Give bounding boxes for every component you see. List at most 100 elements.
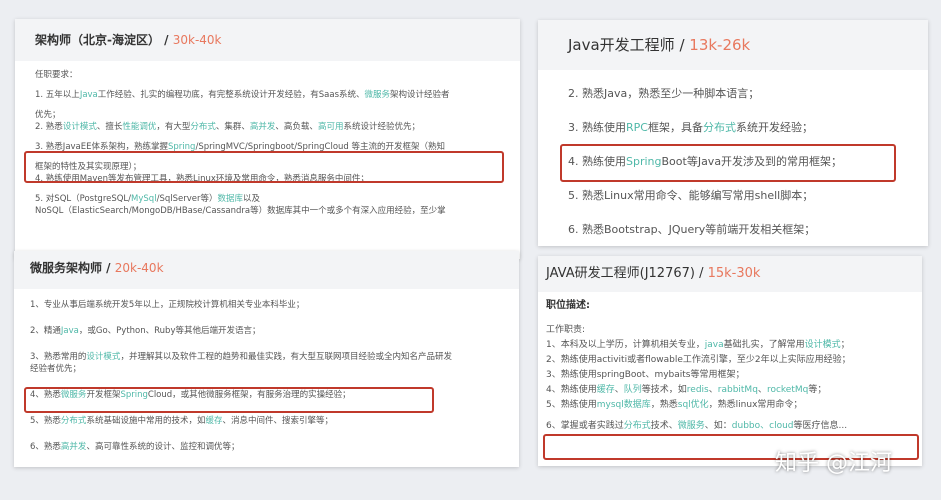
requirement-line: 5、熟悉分布式系统基础设施中常用的技术，如缓存、消息中间件、搜索引擎等； [30, 415, 503, 427]
text-segment: 优先； [35, 110, 61, 120]
highlight-box [560, 144, 896, 182]
requirement-line: 5、熟练使用mysql数据库，熟悉sql优化，熟悉linux常用命令； [546, 398, 914, 413]
keyword-highlight: 缓存 [205, 416, 223, 426]
text-segment: 、消息中间件、搜索引擎等； [222, 416, 333, 426]
requirement-line: 4、熟练使用缓存、队列等技术，如redis、rabbitMq、rocketMq等… [546, 383, 914, 398]
keyword-highlight: 高并发 [60, 442, 87, 452]
job-title: Java开发工程师 / 13k-26k [538, 20, 928, 70]
keyword-highlight: rabbitMq [717, 385, 758, 395]
requirement-line: 3、熟悉常用的设计模式，并理解其以及软件工程的趋势和最佳实践，有大型互联网项目经… [30, 351, 503, 363]
text-segment: 5. 熟悉Linux常用命令、能够编写常用shell脚本； [568, 189, 814, 202]
text-segment: 1、专业从事后端系统开发5年以上，正规院校计算机相关专业本科毕业； [30, 300, 305, 310]
text-segment: ，并理解其以及软件工程的趋势和最佳实践，有大型互联网项目经验或全内知名产品研发 [120, 352, 452, 362]
keyword-highlight: 设计模式 [86, 352, 121, 362]
text-segment: 框架，具备 [647, 121, 703, 134]
text-segment: 、高负载、 [275, 122, 318, 132]
text-segment: 等； [808, 385, 827, 395]
keyword-highlight: 高可用 [317, 122, 344, 132]
keyword-highlight: Java [60, 326, 79, 336]
text-segment: 3. 熟练使用 [568, 121, 626, 134]
text-segment: /SqlServer等） [156, 194, 218, 204]
job-card-java-developer: Java开发工程师 / 13k-26k 2. 熟悉Java，熟悉至少一种脚本语言… [538, 20, 928, 246]
text-segment: 、 [757, 385, 767, 395]
highlight-box [24, 387, 434, 413]
job-card-architect: 架构师（北京-海淀区） / 30k-40k 任职要求： 1. 五年以上Java工… [15, 19, 520, 259]
text-segment: 2、精通 [30, 326, 61, 336]
text-segment: ，或Go、Python、Ruby等其他后端开发语言； [78, 326, 261, 336]
section-label: 工作职责: [546, 325, 586, 335]
keyword-highlight: 高并发 [249, 122, 276, 132]
text-segment: 5. 对SQL（PostgreSQL/ [35, 194, 132, 204]
section-label: 任职要求： [35, 70, 78, 80]
keyword-highlight: redis [686, 385, 709, 395]
requirement-line: 优先； [35, 109, 500, 121]
text-segment: 等医疗信息... [793, 421, 848, 431]
requirement-line: 1. 五年以上Java工作经验、扎实的编程功底，有完整系统设计开发经验，有Saa… [35, 89, 500, 101]
text-segment: 2、熟练使用activiti或者flowable工作流引擎，至少2年以上实际应用… [546, 355, 851, 365]
requirement-line: 3、熟练使用springBoot、mybaits等常用框架； [546, 368, 914, 383]
text-segment: 技术、 [650, 421, 678, 431]
requirement-line: 6、熟悉高并发、高可靠性系统的设计、监控和调优等； [30, 441, 503, 453]
keyword-highlight: 设计模式 [62, 122, 97, 132]
keyword-highlight: 队列 [623, 385, 642, 395]
text-segment: ，熟悉 [650, 400, 678, 410]
text-segment: 6、熟悉 [30, 442, 61, 452]
salary: 15k-30k [707, 266, 761, 281]
requirement-line: 2、精通Java，或Go、Python、Ruby等其他后端开发语言； [30, 325, 503, 337]
text-segment: 6、掌握或者实践过 [546, 421, 624, 431]
text-segment: 经验者优先； [30, 364, 82, 374]
text-segment: 、如： [704, 421, 732, 431]
text-segment: 1. 五年以上 [35, 90, 80, 100]
text-segment: 5、熟练使用 [546, 400, 597, 410]
text-segment: 等技术，如 [641, 385, 687, 395]
text-segment: 系统开发经验； [735, 121, 813, 134]
keyword-highlight: 分布式 [190, 122, 216, 132]
keyword-highlight: 性能调优 [122, 122, 157, 132]
salary: 13k-26k [689, 36, 751, 54]
keyword-highlight: mysql数据库 [596, 400, 651, 410]
keyword-highlight: Java [79, 90, 98, 100]
job-body: 任职要求： 1. 五年以上Java工作经验、扎实的编程功底，有完整系统设计开发经… [15, 61, 520, 225]
requirement-line: 1、本科及以上学历，计算机相关专业，java基础扎实，了解常用设计模式； [546, 338, 914, 353]
section-heading: 职位描述: [546, 300, 590, 311]
text-segment: NoSQL（ElasticSearch/MongoDB/HBase/Cassan… [35, 206, 446, 216]
text-segment: ，有大型 [156, 122, 191, 132]
highlight-box [24, 151, 504, 183]
keyword-highlight: 缓存 [596, 385, 615, 395]
text-segment: 3、熟悉常用的 [30, 352, 87, 362]
requirement-line: 2. 熟悉Java，熟悉至少一种脚本语言； [568, 86, 898, 102]
text-segment: 、高可靠性系统的设计、监控和调优等； [86, 442, 240, 452]
job-body: 职位描述: 工作职责: 1、本科及以上学历，计算机相关专业，java基础扎实，了… [538, 292, 922, 438]
requirement-line: 6、掌握或者实践过分布式技术、微服务、如：dubbo、cloud等医疗信息... [546, 419, 914, 434]
job-title: JAVA研发工程师(J12767) / 15k-30k [538, 256, 922, 292]
job-card-microservice-architect: 微服务架构师 / 20k-40k 1、专业从事后端系统开发5年以上，正规院校计算… [14, 251, 519, 467]
text-segment: 、 [708, 385, 718, 395]
keyword-highlight: RPC [626, 121, 648, 134]
text-segment: 4、熟练使用 [546, 385, 597, 395]
text-segment: 、集群、 [215, 122, 250, 132]
requirement-line: 1、专业从事后端系统开发5年以上，正规院校计算机相关专业本科毕业； [30, 299, 503, 311]
requirement-line: 5. 熟悉Linux常用命令、能够编写常用shell脚本； [568, 188, 898, 204]
text-segment: 基础扎实，了解常用 [723, 340, 805, 350]
keyword-highlight: 微服务 [364, 90, 391, 100]
job-card-java-rd-engineer: JAVA研发工程师(J12767) / 15k-30k 职位描述: 工作职责: … [538, 256, 922, 466]
text-segment: 工作经验、扎实的编程功底，有完整系统设计开发经验，有Saas系统、 [97, 90, 365, 100]
keyword-highlight: rocketMq [766, 385, 809, 395]
text-segment: 架构设计经验者 [390, 90, 450, 100]
keyword-highlight: 设计模式 [804, 340, 841, 350]
keyword-highlight: 分布式 [623, 421, 651, 431]
salary: 30k-40k [172, 33, 222, 47]
text-segment: 3、熟练使用springBoot、mybaits等常用框架； [546, 370, 745, 380]
job-title: 微服务架构师 / 20k-40k [14, 251, 519, 289]
keyword-highlight: 微服务 [677, 421, 705, 431]
text-segment: 系统基础设施中常用的技术，如 [86, 416, 206, 426]
text-segment: 2. 熟悉Java，熟悉至少一种脚本语言； [568, 87, 760, 100]
text-segment: 系统设计经验优先； [343, 122, 420, 132]
keyword-highlight: 分布式 [60, 416, 87, 426]
text-segment: ； [840, 340, 850, 350]
text-segment: 2. 熟悉 [35, 122, 63, 132]
requirement-line: 6. 熟悉Bootstrap、JQuery等前端开发相关框架； [568, 222, 898, 238]
requirement-line: 2. 熟悉设计模式、擅长性能调优，有大型分布式、集群、高并发、高负载、高可用系统… [35, 121, 500, 133]
job-body: 1、专业从事后端系统开发5年以上，正规院校计算机相关专业本科毕业； 2、精通Jav… [14, 289, 519, 455]
keyword-highlight: sql优化 [677, 400, 709, 410]
